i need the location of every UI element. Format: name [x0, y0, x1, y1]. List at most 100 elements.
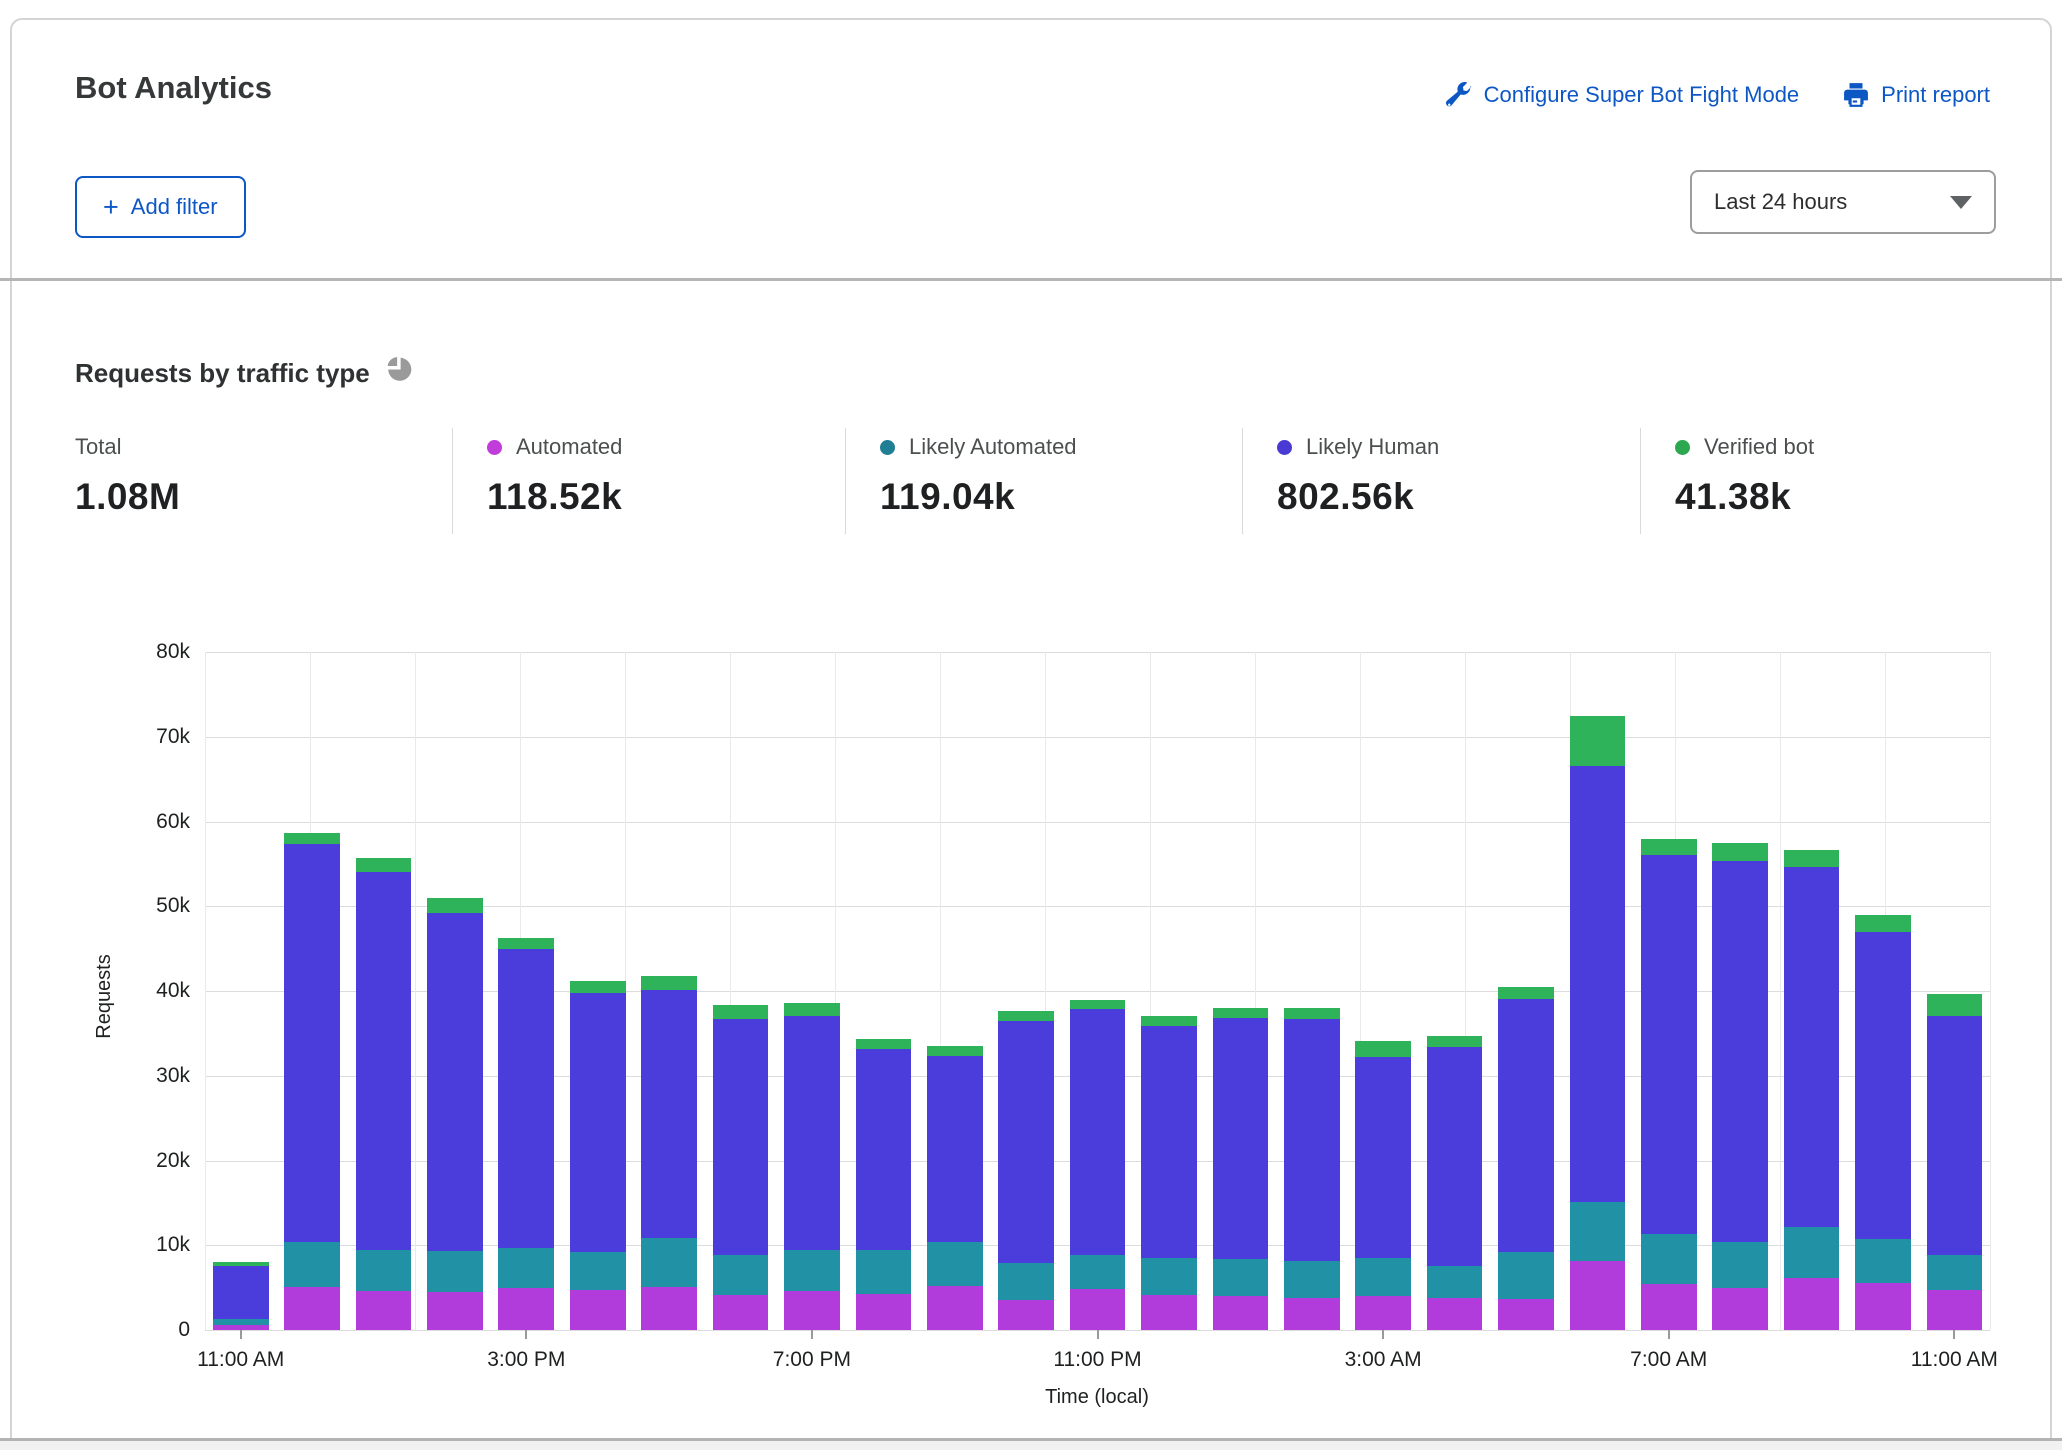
stacked-bar-9-00-am[interactable] [1783, 850, 1840, 1330]
stacked-bar-1-00-pm[interactable] [355, 857, 412, 1330]
bar-slot [348, 652, 419, 1330]
x-axis-title: Time (local) [1045, 1386, 1149, 1408]
segment-verified-bot [569, 980, 626, 993]
stacked-bar-5-00-pm[interactable] [641, 975, 697, 1330]
segment-automated [1926, 1290, 1983, 1330]
x-tick-label: 7:00 PM [772, 1348, 851, 1371]
stat-automated[interactable]: Automated 118.52k [452, 428, 845, 534]
time-range-select[interactable]: Last 24 hours [1690, 170, 1996, 234]
stacked-bar-3-00-am[interactable] [1355, 1041, 1412, 1330]
segment-verified-bot [712, 1005, 769, 1019]
stacked-bar-7-00-am[interactable] [1640, 839, 1697, 1330]
segment-verified-bot [284, 833, 340, 845]
stacked-bar-10-00-pm[interactable] [998, 1010, 1055, 1330]
segment-likely-human [712, 1019, 769, 1256]
y-tick-label: 70k [156, 724, 190, 748]
print-link-label: Print report [1881, 82, 1990, 107]
x-tick-mark [1382, 1330, 1385, 1339]
stat-total[interactable]: Total 1.08M [75, 428, 452, 534]
segment-automated [1783, 1278, 1840, 1330]
configure-super-bot-fight-mode-link[interactable]: Configure Super Bot Fight Mode [1445, 82, 1799, 108]
bar-slot [776, 652, 847, 1330]
segment-likely-human [855, 1048, 912, 1250]
segment-automated [569, 1290, 626, 1330]
segment-verified-bot [498, 937, 555, 950]
stacked-bar-2-00-am[interactable] [1283, 1007, 1340, 1330]
bar-slot [491, 652, 562, 1330]
segment-likely-automated [998, 1263, 1055, 1300]
segment-likely-automated [1426, 1266, 1483, 1298]
stacked-bar-1-00-am[interactable] [1212, 1007, 1269, 1330]
legend-dot [1675, 439, 1690, 455]
stat-likely-human[interactable]: Likely Human 802.56k [1242, 428, 1640, 534]
stat-value: 118.52k [487, 476, 623, 517]
stacked-bar-12-00-am[interactable] [1141, 1015, 1197, 1330]
stacked-bar-4-00-pm[interactable] [569, 980, 626, 1330]
segment-verified-bot [1212, 1007, 1269, 1019]
bar-slot [1490, 652, 1561, 1330]
stacked-bar-6-00-pm[interactable] [712, 1005, 769, 1330]
segment-likely-human [355, 871, 412, 1250]
segment-likely-human [784, 1016, 840, 1251]
segment-verified-bot [641, 975, 697, 991]
bar-slot [419, 652, 490, 1330]
stat-verified-bot[interactable]: Verified bot 41.38k [1640, 428, 1990, 534]
stacked-bar-8-00-am[interactable] [1712, 842, 1769, 1330]
stacked-bar-4-00-am[interactable] [1426, 1035, 1483, 1330]
bar-slot [1919, 652, 1990, 1330]
stacked-bar-11-00-am[interactable] [1926, 993, 1983, 1330]
segment-verified-bot [926, 1046, 983, 1057]
segment-automated [284, 1286, 340, 1330]
print-report-link[interactable]: Print report [1843, 82, 1990, 108]
stacked-bar-2-00-pm[interactable] [427, 897, 483, 1330]
bar-slot [562, 652, 633, 1330]
header-links: Configure Super Bot Fight Mode Print rep… [1445, 82, 1990, 108]
stacked-bar-12-00-pm[interactable] [284, 833, 340, 1330]
stacked-bar-3-00-pm[interactable] [498, 937, 555, 1330]
segment-likely-automated [1712, 1241, 1769, 1288]
segment-automated [1283, 1297, 1340, 1330]
stat-label: Automated [516, 434, 623, 459]
segment-likely-automated [1069, 1255, 1126, 1290]
stat-value: 41.38k [1675, 476, 1792, 517]
section-title: Requests by traffic type [75, 356, 413, 390]
y-tick-label: 20k [156, 1148, 190, 1172]
bar-slot [1847, 652, 1918, 1330]
segment-verified-bot [1426, 1035, 1483, 1047]
stacked-bar-8-00-pm[interactable] [855, 1038, 912, 1330]
segment-likely-automated [1283, 1260, 1340, 1298]
bar-slot [919, 652, 990, 1330]
segment-likely-human [641, 990, 697, 1239]
stat-label: Likely Automated [909, 434, 1077, 459]
x-tick-label: 7:00 AM [1630, 1348, 1708, 1371]
segment-automated [1141, 1295, 1197, 1330]
segment-automated [355, 1291, 412, 1330]
segment-automated [641, 1286, 697, 1330]
stat-likely-automated[interactable]: Likely Automated 119.04k [845, 428, 1242, 534]
bar-slot [1276, 652, 1347, 1330]
stacked-bar-11-00-am[interactable] [212, 1262, 269, 1330]
segment-likely-human [498, 949, 555, 1248]
segment-automated [998, 1299, 1055, 1330]
stacked-bar-6-00-am[interactable] [1569, 716, 1626, 1330]
stats-row: Total 1.08M Automated 118.52k Likely Automat… [75, 428, 1990, 534]
segment-verified-bot [1283, 1007, 1340, 1019]
stacked-bar-9-00-pm[interactable] [926, 1046, 983, 1330]
add-filter-button[interactable]: + Add filter [75, 176, 246, 238]
stacked-bar-11-00-pm[interactable] [1069, 999, 1126, 1330]
y-tick-label: 40k [156, 979, 190, 1002]
bar-slot [705, 652, 776, 1330]
stacked-bar-7-00-pm[interactable] [784, 1002, 840, 1330]
segment-likely-human [1712, 860, 1769, 1242]
segment-likely-human [1855, 931, 1911, 1240]
segment-automated [1498, 1298, 1554, 1330]
segment-likely-automated [1926, 1255, 1983, 1291]
segment-likely-human [1069, 1008, 1126, 1256]
wrench-icon [1445, 82, 1472, 108]
segment-automated [1426, 1297, 1483, 1330]
header-divider [0, 278, 2062, 281]
stacked-bar-10-00-am[interactable] [1855, 914, 1911, 1330]
segment-likely-human [1283, 1018, 1340, 1261]
stacked-bar-5-00-am[interactable] [1498, 986, 1554, 1330]
segment-verified-bot [1783, 850, 1840, 868]
